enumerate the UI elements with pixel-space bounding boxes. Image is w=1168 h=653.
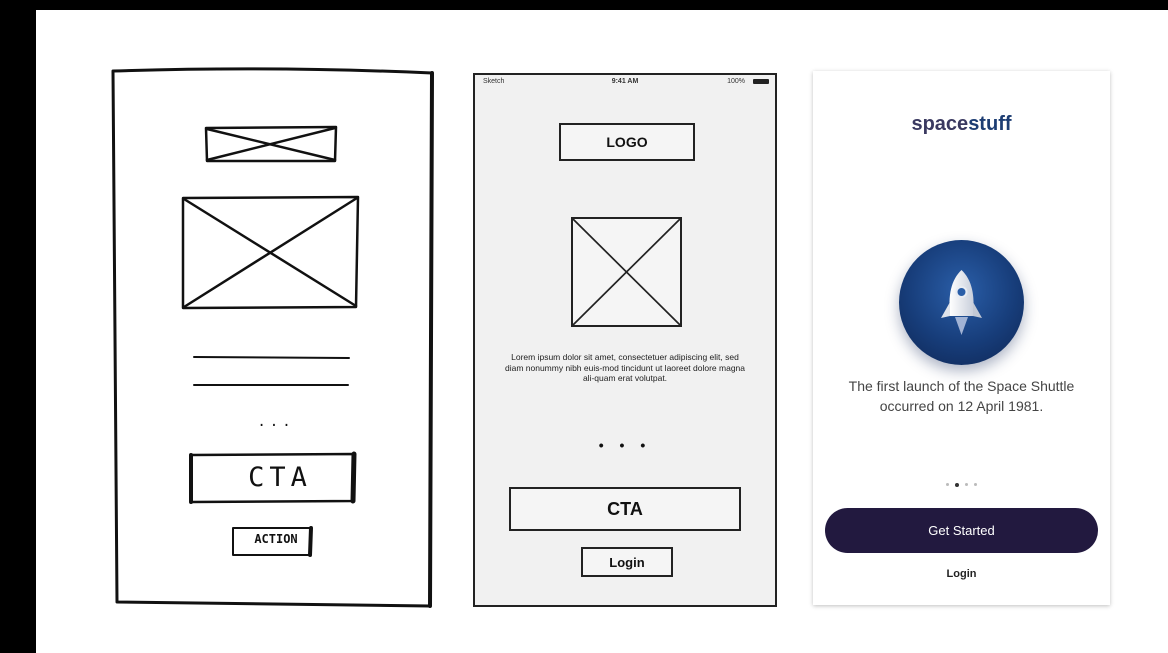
status-battery: 100%	[727, 78, 745, 85]
battery-icon	[753, 79, 769, 84]
sketch-pagination-dots: ...	[257, 414, 295, 430]
wireframe-comparison: ... CTA ACTION Sketch 9:41 AM 100% LOGO …	[36, 10, 1168, 653]
page-dot-active[interactable]	[955, 482, 959, 487]
hero-illustration	[899, 240, 1024, 365]
get-started-button[interactable]: Get Started	[825, 508, 1098, 553]
page-dot[interactable]	[974, 483, 977, 487]
onboarding-caption: The first launch of the Space Shuttle oc…	[848, 378, 1075, 414]
sketch-image-placeholder	[181, 195, 360, 310]
final-design-panel: spacestuff The first launch of the Space…	[813, 71, 1110, 605]
sketch-action-label: ACTION	[254, 532, 298, 546]
wireframe-body-text: Lorem ipsum dolor sit amet, consectetuer…	[504, 352, 746, 383]
wireframe-cta-button[interactable]: CTA	[509, 487, 741, 531]
page-indicator[interactable]	[813, 476, 1110, 494]
wireframe-logo: LOGO	[559, 123, 695, 161]
status-bar: Sketch 9:41 AM 100%	[475, 78, 775, 92]
wireframe-login-button[interactable]: Login	[581, 547, 673, 577]
login-link[interactable]: Login	[813, 568, 1110, 580]
wireframe-image-placeholder	[571, 217, 682, 327]
sketch-logo-placeholder	[204, 125, 338, 163]
wireframe-panel: Sketch 9:41 AM 100% LOGO Lorem ipsum dol…	[473, 73, 777, 607]
wireframe-pagination-dots: • • •	[598, 437, 652, 453]
page-dot[interactable]	[946, 483, 949, 487]
sketch-text-lines	[193, 356, 350, 386]
sketch-phone-outline	[111, 67, 434, 608]
sketch-cta-label: CTA	[248, 462, 312, 493]
logo-text-main: space	[911, 113, 969, 135]
logo-text-accent: stuff	[968, 113, 1012, 135]
rocket-icon	[941, 270, 982, 335]
app-logo: spacestuff	[813, 113, 1110, 136]
page-dot[interactable]	[965, 483, 968, 487]
